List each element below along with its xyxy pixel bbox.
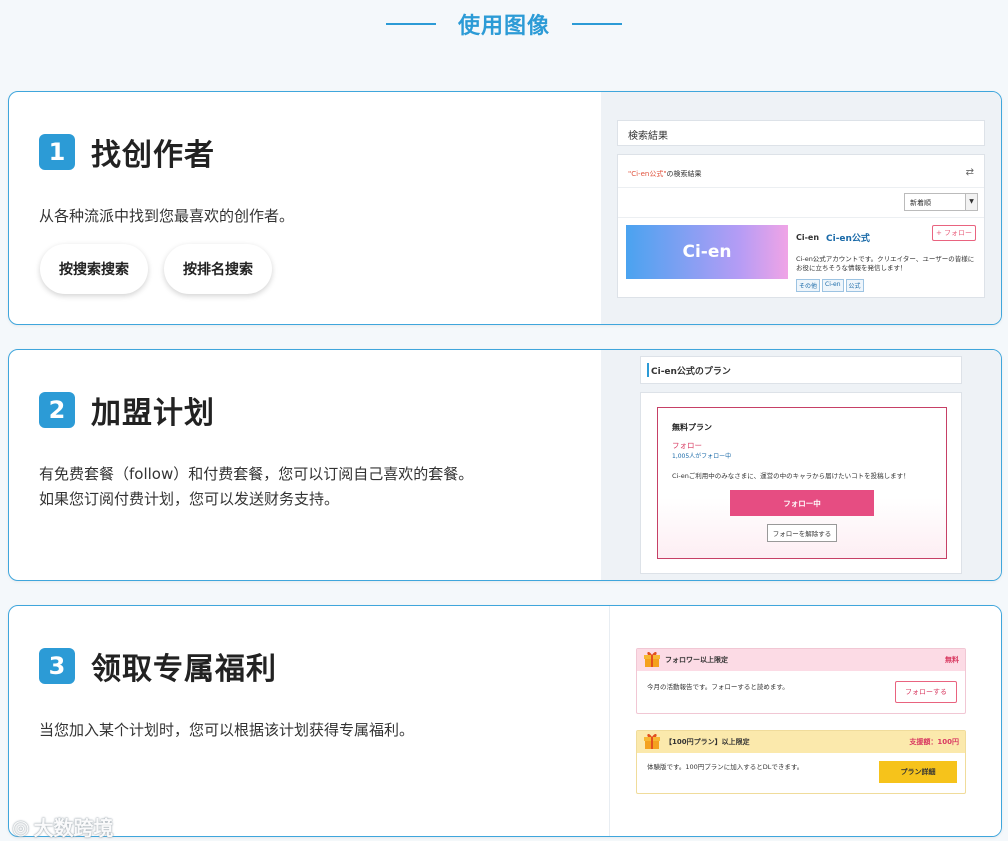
divider xyxy=(618,217,984,218)
watermark: ◎ 大数跨境 xyxy=(12,812,113,841)
reward-tier-label: 【100円プラン】以上限定 xyxy=(665,738,750,746)
tag[interactable]: Ci-en xyxy=(822,279,844,292)
plan-section-header: Ci-en公式のプラン xyxy=(640,356,962,384)
creator-banner-image[interactable]: Ci-en xyxy=(626,225,788,279)
page-heading: 使用图像 xyxy=(0,8,1008,40)
plan-follow-label: フォロー xyxy=(672,441,702,450)
step-header-2: 2 加盟计划 xyxy=(39,388,215,432)
search-query-text: "Ci-en公式"の検索結果 xyxy=(628,170,702,178)
plan-panel: 無料プラン フォロー 1,005人がフォロー中 Ci-enご利用中のみなさまに、… xyxy=(640,392,962,574)
step-number-badge: 1 xyxy=(39,134,75,170)
plan-details-button[interactable]: プラン詳細 xyxy=(879,761,957,783)
following-button[interactable]: フォロー中 xyxy=(730,490,874,516)
description-line: 从各种流派中找到您最喜欢的创作者。 xyxy=(39,207,295,225)
search-results-header: 検索結果 xyxy=(617,120,985,146)
creator-name-link[interactable]: Ci-en公式 xyxy=(826,231,870,244)
step-number-badge: 3 xyxy=(39,648,75,684)
watermark-logo-icon: ◎ xyxy=(12,814,30,839)
reward-tier-label: フォロワー以上限定 xyxy=(665,656,728,664)
screenshot-mock-search: 検索結果 "Ci-en公式"の検索結果 ⇄ 新着順 ▼ Ci-en Ci-en C… xyxy=(601,92,1001,324)
reward-text: 今月の活動報告です。フォローすると読めます。 xyxy=(647,683,789,691)
follow-button[interactable]: + フォロー xyxy=(932,225,976,241)
step-description: 当您加入某个计划时，您可以根据该计划获得专属福利。 xyxy=(39,718,414,743)
step-description: 从各种流派中找到您最喜欢的创作者。 xyxy=(39,204,294,229)
step-description: 有免费套餐（follow）和付费套餐，您可以订阅自己喜欢的套餐。 如果您订阅付费… xyxy=(39,462,473,512)
plan-message: Ci-enご利用中のみなさまに、運営の中のキャラから届けたいコトを投稿します！ xyxy=(672,472,910,480)
reward-price: 支援額：100円 xyxy=(909,738,959,746)
plan-card: 無料プラン フォロー 1,005人がフォロー中 Ci-enご利用中のみなさまに、… xyxy=(657,407,947,559)
follower-count: 1,005人がフォロー中 xyxy=(672,453,732,460)
gift-icon xyxy=(643,732,661,750)
heading-line-left xyxy=(385,23,436,25)
creator-logo: Ci-en xyxy=(796,233,820,242)
reward-box-header: フォロワー以上限定 無料 xyxy=(637,649,965,671)
reward-box-header: 【100円プラン】以上限定 支援額：100円 xyxy=(637,731,965,753)
description-line: 当您加入某个计划时，您可以根据该计划获得专属福利。 xyxy=(39,721,415,739)
screenshot-mock-plan: Ci-en公式のプラン 無料プラン フォロー 1,005人がフォロー中 Ci-e… xyxy=(601,350,1001,580)
search-results-panel: "Ci-en公式"の検索結果 ⇄ 新着順 ▼ Ci-en Ci-en Ci-en公… xyxy=(617,154,985,298)
reward-box-paid: 【100円プラン】以上限定 支援額：100円 体験版です。100円プランに加入す… xyxy=(636,730,966,794)
creator-description: Ci-en公式アカウントです。クリエイター、ユーザーの皆様にお役に立ちそうな情報… xyxy=(796,255,975,272)
reward-box-followers: フォロワー以上限定 無料 今月の活動報告です。フォローすると読めます。 フォロー… xyxy=(636,648,966,714)
step-title: 领取专属福利 xyxy=(91,652,277,687)
search-by-ranking-button[interactable]: 按排名搜索 xyxy=(164,244,272,294)
tag-list: その他 Ci-en 公式 xyxy=(796,279,864,292)
step-title: 加盟计划 xyxy=(91,396,215,431)
chevron-down-icon: ▼ xyxy=(965,194,977,210)
page-title: 使用图像 xyxy=(457,14,550,39)
reward-price: 無料 xyxy=(945,656,959,664)
divider xyxy=(618,187,984,188)
step-number-badge: 2 xyxy=(39,392,75,428)
section-card-2: 2 加盟计划 有免费套餐（follow）和付费套餐，您可以订阅自己喜欢的套餐。 … xyxy=(8,349,1002,581)
unfollow-button[interactable]: フォローを解除する xyxy=(767,524,837,542)
description-line: 有免费套餐（follow）和付费套餐，您可以订阅自己喜欢的套餐。 xyxy=(39,465,474,483)
tag[interactable]: 公式 xyxy=(845,279,864,292)
section-card-1: 1 找创作者 从各种流派中找到您最喜欢的创作者。 按搜索搜索 按排名搜索 検索結… xyxy=(8,91,1002,325)
sort-select[interactable]: 新着順 ▼ xyxy=(904,193,978,211)
step-title: 找创作者 xyxy=(91,138,215,173)
tag[interactable]: その他 xyxy=(796,279,821,292)
step-header-3: 3 领取专属福利 xyxy=(39,644,277,688)
screenshot-mock-rewards: フォロワー以上限定 無料 今月の活動報告です。フォローすると読めます。 フォロー… xyxy=(609,606,1001,836)
swap-icon[interactable]: ⇄ xyxy=(966,167,974,178)
plan-title: 無料プラン xyxy=(672,423,712,432)
watermark-text: 大数跨境 xyxy=(33,816,114,840)
step-header-1: 1 找创作者 xyxy=(39,130,215,174)
search-by-keyword-button[interactable]: 按搜索搜索 xyxy=(40,244,148,294)
reward-text: 体験版です。100円プランに加入するとDLできます。 xyxy=(647,763,804,771)
gift-icon xyxy=(643,650,661,668)
section-card-3: 3 领取专属福利 当您加入某个计划时，您可以根据该计划获得专属福利。 フォロワー… xyxy=(8,605,1002,837)
follow-button[interactable]: フォローする xyxy=(895,681,957,703)
heading-line-right xyxy=(572,23,622,25)
description-line: 如果您订阅付费计划，您可以发送财务支持。 xyxy=(39,490,340,508)
